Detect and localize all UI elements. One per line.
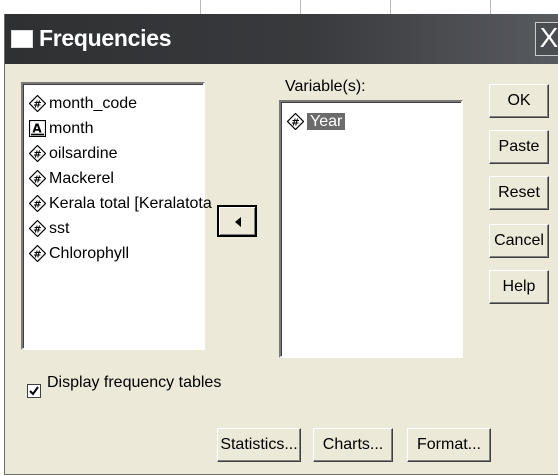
display-frequency-tables-checkbox[interactable] xyxy=(27,384,41,398)
paste-button[interactable]: Paste xyxy=(489,130,549,164)
string-variable-icon: A xyxy=(29,120,46,138)
display-frequency-tables-label: Display frequency tables xyxy=(47,374,222,391)
help-button[interactable]: Help xyxy=(489,270,549,304)
charts-button[interactable]: Charts... xyxy=(313,428,393,462)
svg-text:#: # xyxy=(33,200,41,211)
svg-text:#: # xyxy=(291,118,299,129)
list-item[interactable]: # Mackerel xyxy=(29,167,114,191)
list-item[interactable]: # month_code xyxy=(29,92,137,116)
numeric-variable-icon: # xyxy=(29,145,46,163)
list-item[interactable]: # oilsardine xyxy=(29,142,117,166)
close-icon: X xyxy=(539,22,558,53)
source-variable-list[interactable]: # month_code Amonth # oilsardine # Mackerel… xyxy=(21,82,212,350)
list-item-selected[interactable]: # Year xyxy=(287,110,346,134)
cancel-button[interactable]: Cancel xyxy=(489,224,549,258)
reset-button[interactable]: Reset xyxy=(489,176,549,210)
list-item[interactable]: # Kerala total [Keralatota xyxy=(29,192,212,216)
statistics-button[interactable]: Statistics... xyxy=(217,428,301,462)
numeric-variable-icon: # xyxy=(29,220,46,238)
close-button[interactable]: X xyxy=(535,22,558,56)
list-item[interactable]: # Chlorophyll xyxy=(29,242,129,266)
move-variable-button[interactable] xyxy=(217,205,257,237)
variables-label: Variable(s): xyxy=(285,78,366,95)
list-item[interactable]: # sst xyxy=(29,217,69,241)
numeric-variable-icon: # xyxy=(29,195,46,213)
checkmark-icon xyxy=(29,386,39,396)
window-title: Frequencies xyxy=(39,25,172,51)
svg-text:A: A xyxy=(32,122,42,136)
arrow-left-icon xyxy=(235,217,241,227)
frequencies-dialog: Frequencies X # month_code Amonth # oilsar… xyxy=(4,14,558,475)
window-icon xyxy=(11,30,33,48)
svg-text:#: # xyxy=(33,100,41,111)
numeric-variable-icon: # xyxy=(29,245,46,263)
svg-text:#: # xyxy=(33,175,41,186)
variables-list[interactable]: # Year xyxy=(279,100,463,358)
list-item[interactable]: Amonth xyxy=(29,117,93,141)
format-button[interactable]: Format... xyxy=(407,428,491,462)
numeric-variable-icon: # xyxy=(287,113,304,131)
ok-button[interactable]: OK xyxy=(489,84,549,118)
numeric-variable-icon: # xyxy=(29,95,46,113)
numeric-variable-icon: # xyxy=(29,170,46,188)
title-bar[interactable]: Frequencies X xyxy=(5,14,558,64)
svg-text:#: # xyxy=(33,150,41,161)
svg-text:#: # xyxy=(33,225,41,236)
svg-text:#: # xyxy=(33,250,41,261)
